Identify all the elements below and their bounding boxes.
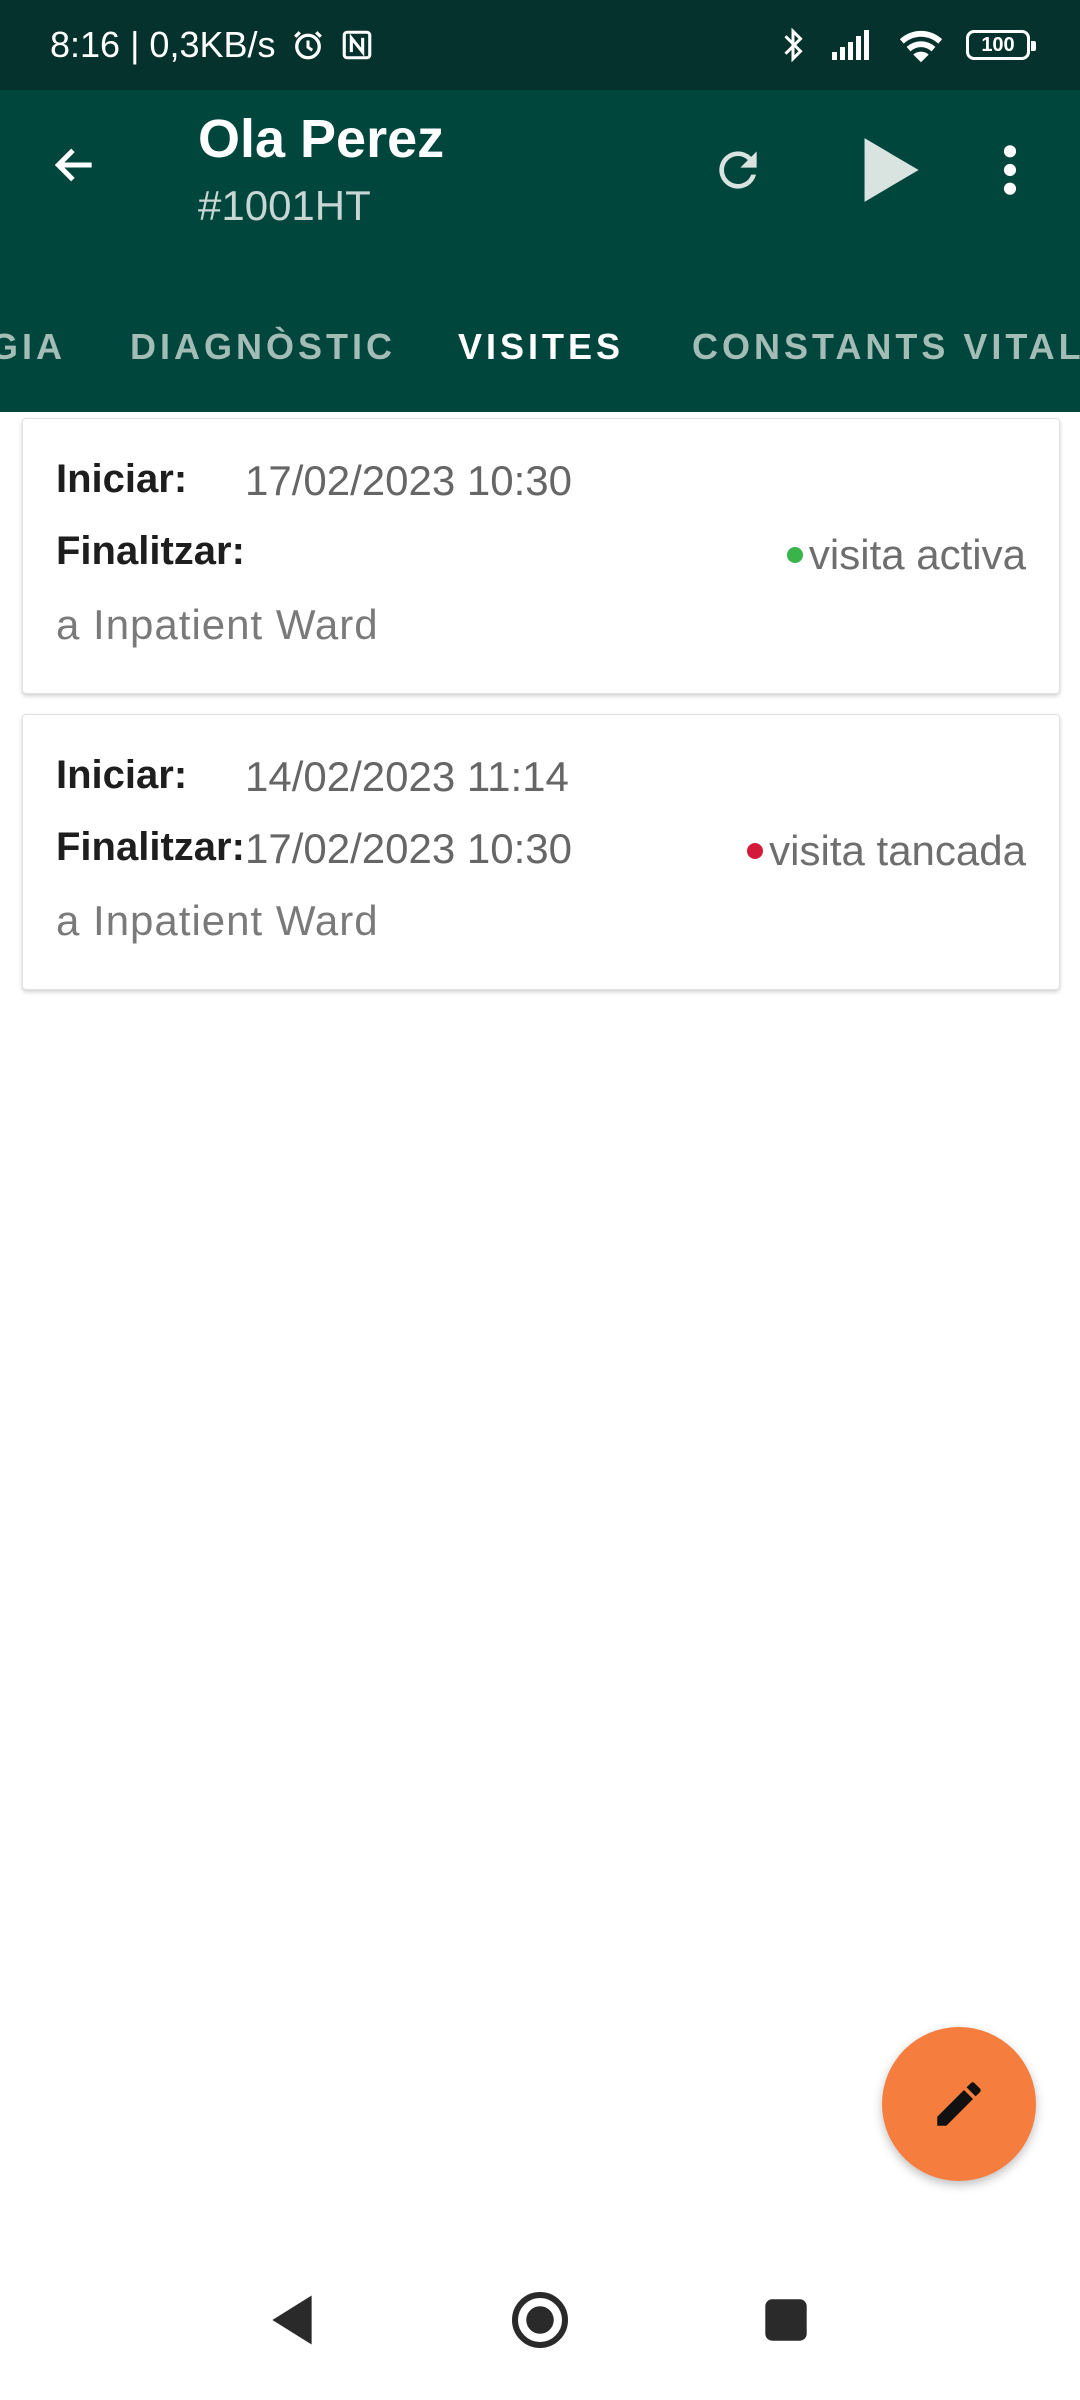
nav-recents-button[interactable] <box>746 2280 826 2360</box>
alarm-icon <box>290 27 326 63</box>
nav-home-button[interactable] <box>500 2280 580 2360</box>
navigation-bar <box>0 2240 1080 2400</box>
nav-recents-icon <box>765 2299 807 2341</box>
page-title: Ola Perez <box>198 109 445 169</box>
more-vert-icon <box>1003 145 1017 195</box>
visit-location: a Inpatient Ward <box>56 897 379 944</box>
wifi-icon <box>898 27 944 63</box>
nav-back-icon <box>272 2295 312 2345</box>
refresh-icon <box>719 151 757 189</box>
tab-visites[interactable]: VISITES <box>425 282 657 412</box>
battery-icon: 100 <box>966 30 1036 60</box>
status-bar-left: 8:16 | 0,3KB/s <box>50 0 374 90</box>
start-value: 17/02/2023 10:30 <box>245 457 572 504</box>
nfc-icon <box>340 28 374 62</box>
status-bar: 8:16 | 0,3KB/s 100 <box>0 0 1080 90</box>
play-icon <box>864 138 919 202</box>
tab-gia[interactable]: GIA <box>0 282 68 412</box>
play-button[interactable] <box>850 130 930 210</box>
pencil-icon <box>937 2082 981 2126</box>
app-bar: Ola Perez #1001HT GIA DIAGNÒSTIC VISITES… <box>0 90 1080 599</box>
start-label: Iniciar: <box>56 753 188 797</box>
visit-status-label: visita tancada <box>769 827 1026 874</box>
bluetooth-icon <box>778 25 808 65</box>
visit-location: a Inpatient Ward <box>56 601 379 648</box>
edit-fab-button[interactable] <box>882 2027 1036 2181</box>
end-value: 17/02/2023 10:30 <box>245 825 572 872</box>
visit-card[interactable]: Iniciar: 14/02/2023 11:14 Finalitzar: 17… <box>22 714 1060 990</box>
battery-level: 100 <box>981 33 1015 56</box>
status-time-speed: 8:16 | 0,3KB/s <box>50 24 276 65</box>
visit-status: visita activa <box>786 531 1026 579</box>
refresh-button[interactable] <box>698 130 778 210</box>
back-arrow-icon <box>54 148 92 182</box>
end-label: Finalitzar: <box>56 529 245 573</box>
visit-status-label: visita activa <box>808 531 1026 578</box>
tab-diagnostic[interactable]: DIAGNÒSTIC <box>108 282 418 412</box>
visit-card[interactable]: Iniciar: 17/02/2023 10:30 Finalitzar: vi… <box>22 418 1060 694</box>
start-label: Iniciar: <box>56 457 188 501</box>
more-options-button[interactable] <box>980 130 1040 210</box>
start-value: 14/02/2023 11:14 <box>245 753 569 800</box>
status-bar-right: 100 <box>778 0 1036 90</box>
nav-back-button[interactable] <box>252 2280 332 2360</box>
tab-bar: GIA DIAGNÒSTIC VISITES CONSTANTS VITAL <box>0 282 1080 599</box>
tab-constants-vitals[interactable]: CONSTANTS VITAL <box>680 282 1080 412</box>
status-dot-closed-icon <box>747 843 764 859</box>
signal-icon <box>830 28 876 62</box>
status-dot-active-icon <box>786 547 803 563</box>
back-button[interactable] <box>40 130 110 200</box>
end-label: Finalitzar: <box>56 825 245 869</box>
nav-home-icon <box>512 2292 568 2348</box>
visit-status: visita tancada <box>747 827 1026 875</box>
patient-id: #1001HT <box>198 182 371 229</box>
